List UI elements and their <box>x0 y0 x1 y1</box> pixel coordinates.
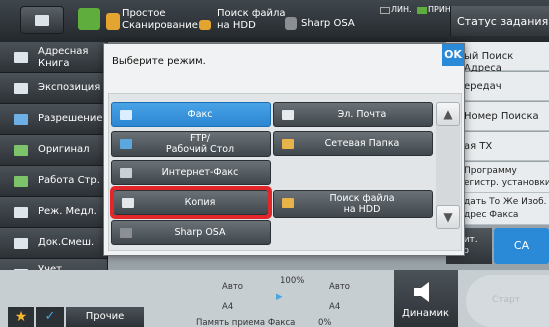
left-menu-resolution[interactable]: Разрешение <box>0 104 108 135</box>
mode-network-folder-button[interactable]: Сетевая Папка <box>273 131 433 156</box>
mode-email-button[interactable]: Эл. Почта <box>273 102 433 127</box>
sharp-osa-icon <box>120 228 132 238</box>
left-menu-label: Разрешение <box>38 113 103 124</box>
job-status-button[interactable]: Статус задания <box>450 6 549 36</box>
page-work-icon <box>14 176 28 187</box>
internet-fax-icon <box>120 168 132 178</box>
job-sharp-osa[interactable]: Sharp OSA <box>301 18 355 30</box>
original-size: A4 <box>222 302 234 312</box>
mode-label: FTP/ Рабочий Стол <box>165 133 235 155</box>
start-label: Старт <box>492 295 520 305</box>
line-indicator-icon <box>380 7 390 14</box>
left-menu-page-work[interactable]: Работа Стр. <box>0 166 108 197</box>
left-menu-label: Оригинал <box>38 144 90 155</box>
ca-button[interactable]: CA <box>494 228 549 264</box>
email-icon <box>282 110 294 120</box>
line-indicator-label: ЛИН. <box>391 5 412 14</box>
resolution-icon <box>14 114 28 125</box>
ok-button[interactable]: OK <box>442 44 464 66</box>
mode-hdd-search-button[interactable]: Поиск файла на HDD <box>273 190 433 218</box>
mode-ftp-desktop-button[interactable]: FTP/ Рабочий Стол <box>111 131 271 157</box>
ftp-desktop-icon <box>120 139 132 149</box>
send-size: A4 <box>329 302 341 312</box>
start-button[interactable]: Старт <box>466 275 549 327</box>
mode-label: Факс <box>187 109 213 120</box>
scale-value: 100% <box>280 276 305 286</box>
mode-label: Эл. Почта <box>337 109 387 120</box>
job-status-icon[interactable] <box>78 8 100 30</box>
scan-job-icon <box>106 13 120 30</box>
left-menu-label: Экспозиция <box>38 82 101 93</box>
resolution-value: Авто <box>329 282 350 292</box>
left-menu-label: Док.Смеш. <box>38 237 95 248</box>
mode-label: Sharp OSA <box>174 227 226 238</box>
osa-job-icon <box>285 17 297 30</box>
left-menu-label: Адресная Книга <box>38 46 89 69</box>
home-button[interactable] <box>20 6 64 34</box>
left-menu-mixed-doc[interactable]: Док.Смеш. <box>0 228 108 259</box>
others-button[interactable]: Прочие <box>66 307 144 327</box>
home-icon <box>35 15 49 26</box>
top-bar: Простое Сканирование Поиск файла на HDD … <box>0 0 549 42</box>
left-menu-exposure[interactable]: Экспозиция <box>0 73 108 104</box>
copy-highlight <box>110 186 272 219</box>
fax-memory-label: Память приема Факса <box>196 318 296 327</box>
left-menu-label: Реж. Медл. <box>38 206 97 217</box>
speaker-button[interactable]: Динамик <box>394 270 458 327</box>
fax-icon <box>120 110 132 120</box>
star-icon[interactable]: ★ <box>8 307 34 327</box>
mode-label: Сетевая Папка <box>324 138 400 149</box>
mode-fax-button[interactable]: Факс <box>111 102 271 127</box>
original-icon <box>14 145 28 156</box>
job-hdd-search[interactable]: Поиск файла на HDD <box>217 8 286 32</box>
network-folder-icon <box>282 139 294 149</box>
mode-list-scrollbar[interactable]: ▲ ▼ <box>436 102 460 229</box>
mode-label: Поиск файла на HDD <box>329 193 395 215</box>
fax-memory-value: 0% <box>318 318 332 327</box>
check-icon[interactable]: ✓ <box>36 307 64 327</box>
mode-internet-fax-button[interactable]: Интернет-Факс <box>111 160 271 185</box>
dialog-title: Выберите режим. <box>112 56 206 67</box>
speaker-label: Динамик <box>402 308 450 319</box>
job-simple-scan[interactable]: Простое Сканирование <box>122 8 198 32</box>
mode-label: Интернет-Факс <box>161 167 239 178</box>
left-menu-slow-mode[interactable]: Реж. Медл. <box>0 197 108 228</box>
print-indicator-icon <box>417 7 427 14</box>
scroll-down-button[interactable]: ▼ <box>436 205 460 229</box>
exposure-icon <box>14 83 28 94</box>
hdd-search-icon <box>282 198 294 208</box>
scroll-up-button[interactable]: ▲ <box>436 102 460 126</box>
speaker-icon <box>414 282 429 302</box>
left-menu-original[interactable]: Оригинал <box>0 135 108 166</box>
mixed-doc-icon <box>14 238 28 249</box>
left-menu-address-book[interactable]: Адресная Книга <box>0 42 108 73</box>
hdd-job-icon <box>199 20 211 30</box>
left-menu-label: Работа Стр. <box>38 175 100 186</box>
exposure-value: Авто <box>222 282 243 292</box>
arrow-right-icon: ▶ <box>276 292 283 302</box>
address-book-icon <box>14 52 28 63</box>
slow-mode-icon <box>14 207 28 218</box>
mode-sharp-osa-button[interactable]: Sharp OSA <box>111 220 271 245</box>
